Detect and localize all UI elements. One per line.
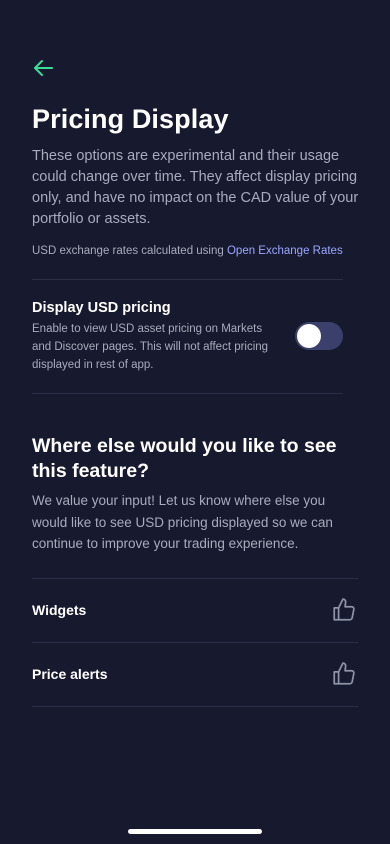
usd-pricing-toggle[interactable] [295,322,343,350]
back-button[interactable] [30,56,56,80]
usd-pricing-title: Display USD pricing [32,300,171,316]
usd-pricing-description: Enable to view USD asset pricing on Mark… [32,323,269,371]
feedback-option-widgets[interactable]: Widgets [32,578,358,642]
toggle-knob [297,324,321,348]
feedback-option-label: Widgets [32,602,87,618]
page-title: Pricing Display [32,104,229,134]
exchange-rates-note: USD exchange rates calculated using Open… [32,245,372,257]
intro-description: These options are experimental and their… [32,148,359,227]
arrow-left-icon [34,60,53,76]
feedback-title: Where else would you like to see this fe… [32,435,337,482]
open-exchange-rates-link[interactable]: Open Exchange Rates [227,245,343,257]
divider [32,279,343,280]
home-indicator[interactable] [128,829,262,834]
thumbs-up-icon[interactable] [330,596,358,624]
divider [32,706,358,707]
feedback-option-label: Price alerts [32,666,108,682]
divider [32,393,343,394]
feedback-option-price-alerts[interactable]: Price alerts [32,642,358,706]
feedback-description: We value your input! Let us know where e… [32,493,333,551]
exchange-rates-prefix: USD exchange rates calculated using [32,245,227,257]
thumbs-up-icon[interactable] [330,660,358,688]
